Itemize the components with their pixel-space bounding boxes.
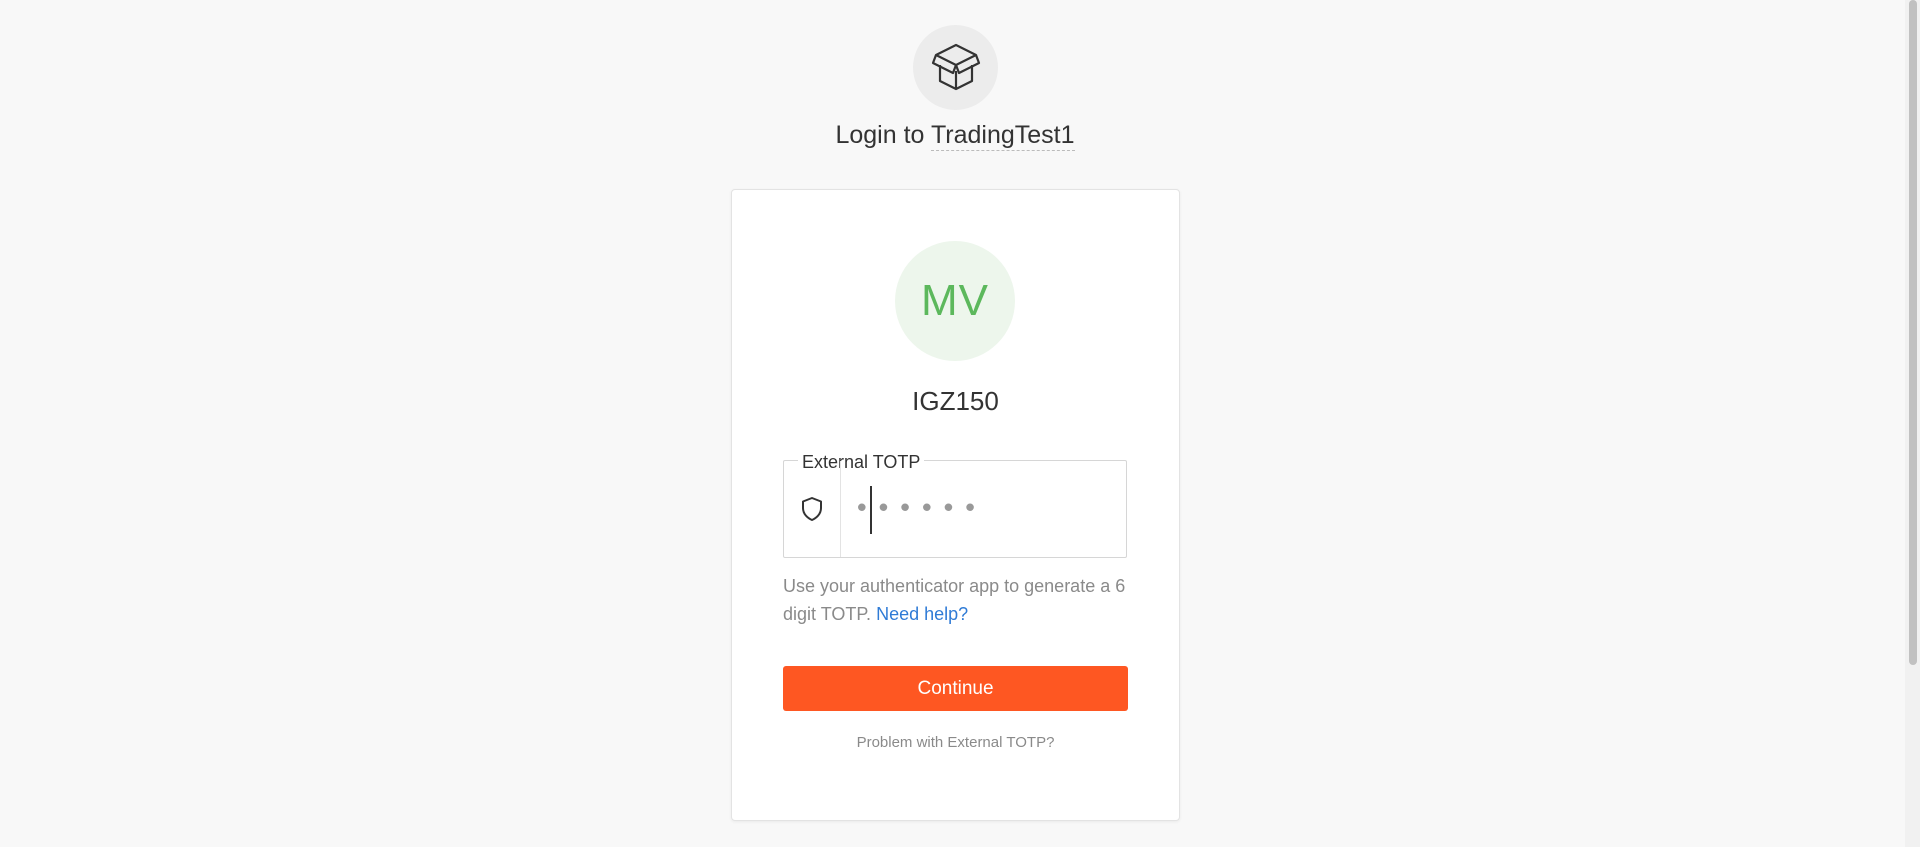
totp-fieldset: External TOTP	[783, 453, 1127, 558]
app-logo	[913, 25, 998, 110]
username: IGZ150	[912, 386, 999, 416]
problem-with-totp-link[interactable]: Problem with External TOTP?	[732, 734, 1179, 751]
text-caret	[870, 486, 872, 534]
continue-button[interactable]: Continue	[783, 666, 1128, 711]
totp-input[interactable]	[854, 481, 1114, 537]
scrollbar-thumb[interactable]	[1909, 0, 1917, 665]
login-title: Login to TradingTest1	[0, 118, 1910, 152]
totp-icon-cell	[784, 461, 841, 557]
need-help-link[interactable]: Need help?	[876, 604, 968, 624]
login-card: MV IGZ150 External TOTP Use your authent…	[731, 189, 1180, 821]
open-box-icon	[931, 43, 980, 90]
login-page: Login to TradingTest1 MV IGZ150 External…	[0, 0, 1920, 847]
avatar: MV	[895, 241, 1015, 361]
login-title-prefix: Login to	[835, 121, 925, 149]
help-text-block: Use your authenticator app to generate a…	[783, 572, 1133, 628]
shield-icon	[802, 497, 822, 521]
app-name-link[interactable]: TradingTest1	[930, 121, 1075, 151]
vertical-scrollbar[interactable]	[1905, 0, 1920, 847]
